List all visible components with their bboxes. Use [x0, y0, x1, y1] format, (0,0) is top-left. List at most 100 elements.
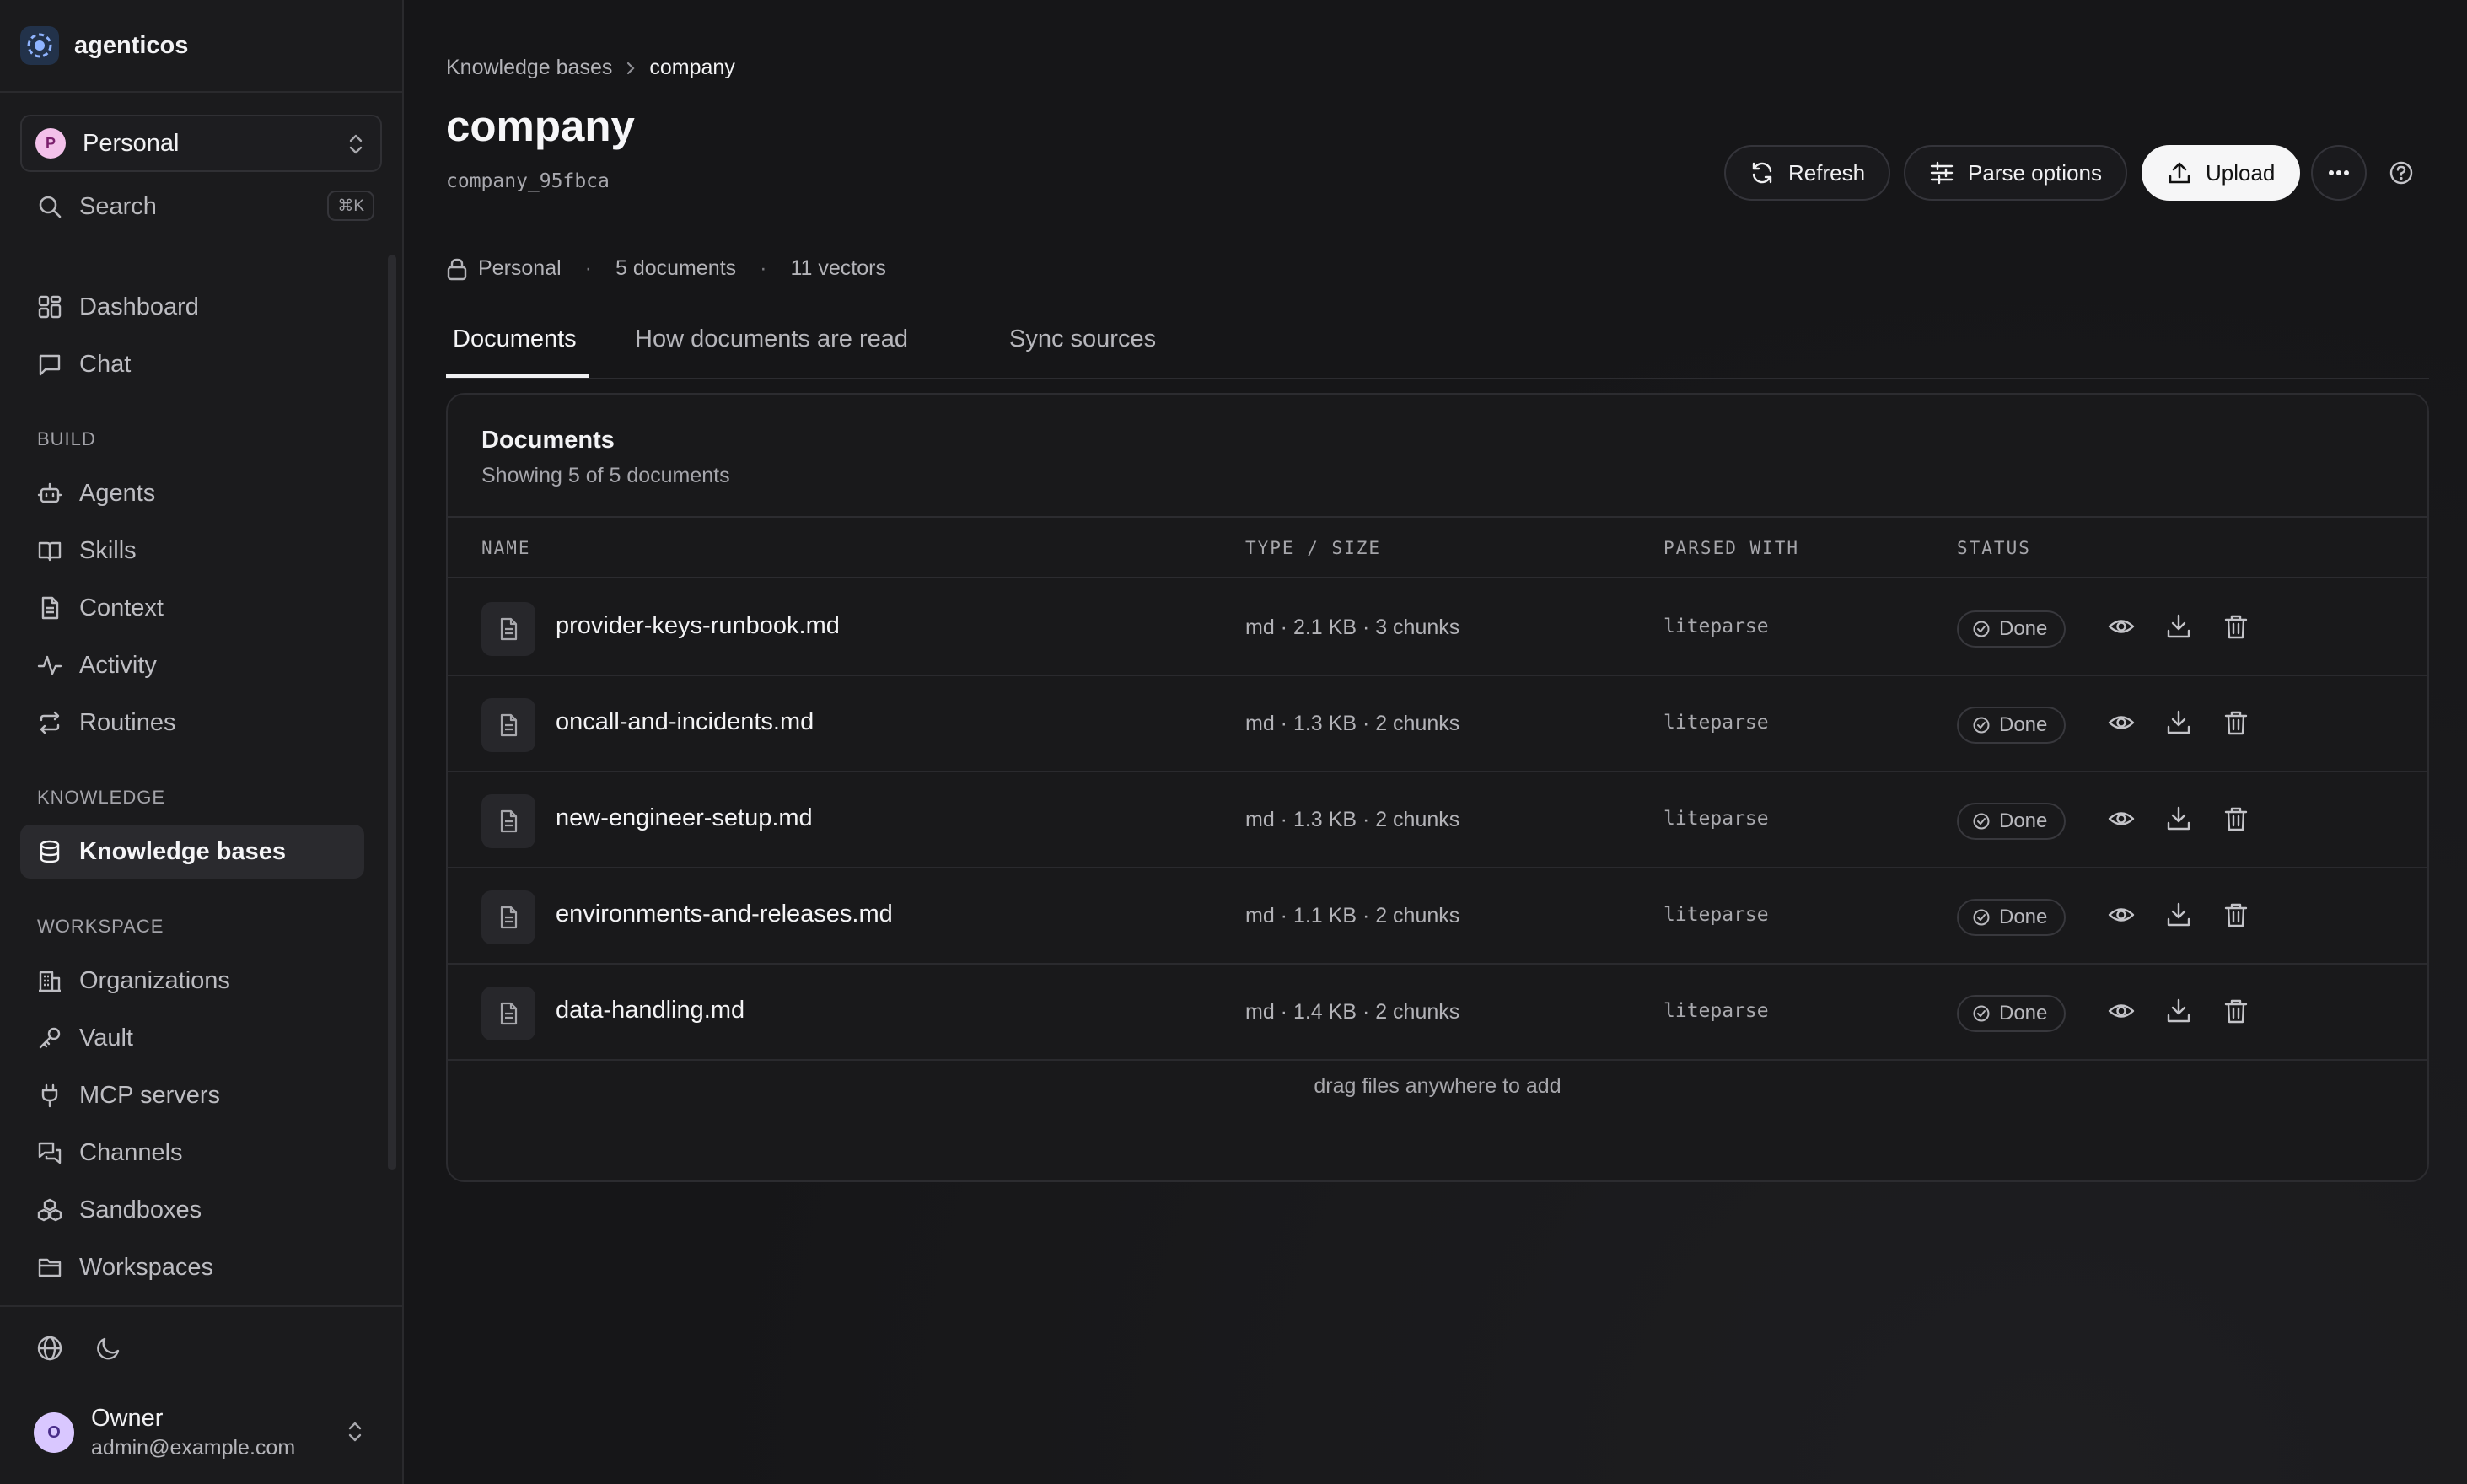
status-badge: Done [1957, 995, 2067, 1032]
download-icon[interactable] [2164, 708, 2193, 737]
check-circle-icon [1972, 812, 1991, 831]
download-icon[interactable] [2164, 612, 2193, 641]
eye-icon[interactable] [2107, 901, 2136, 929]
download-icon[interactable] [2164, 997, 2193, 1025]
messages-icon [35, 1138, 64, 1167]
brand[interactable]: agenticos [0, 0, 402, 93]
key-icon [35, 1024, 64, 1052]
sidebar-item-vault[interactable]: Vault [20, 1011, 364, 1065]
file-text-icon [35, 594, 64, 622]
table-row[interactable]: data-handling.md md · 1.4 KB · 2 chunks … [448, 965, 2427, 1061]
sidebar-item-label: Organizations [79, 966, 230, 994]
sidebar-item-workspaces[interactable]: Workspaces [20, 1240, 364, 1294]
eye-icon[interactable] [2107, 804, 2136, 833]
eye-icon[interactable] [2107, 997, 2136, 1025]
column-header-name[interactable]: NAME [481, 538, 531, 558]
document-type-size: md · 1.1 KB · 2 chunks [1245, 904, 1460, 928]
chevrons-up-down-icon[interactable] [346, 1420, 364, 1444]
document-parser: liteparse [1663, 712, 1769, 734]
tab-documents[interactable]: Documents [453, 322, 577, 379]
sidebar-scrollbar[interactable] [388, 255, 396, 1170]
sidebar-item-label: Workspaces [79, 1253, 214, 1281]
refresh-icon [1749, 160, 1775, 186]
eye-icon[interactable] [2107, 708, 2136, 737]
document-parser: liteparse [1663, 616, 1769, 637]
trash-icon[interactable] [2222, 612, 2250, 641]
breadcrumb-parent[interactable]: Knowledge bases [446, 56, 612, 80]
dashboard-icon [35, 293, 64, 321]
column-header-type-size[interactable]: TYPE / SIZE [1245, 538, 1381, 558]
sidebar-item-chat[interactable]: Chat [20, 337, 364, 391]
building-icon [35, 966, 64, 995]
upload-label: Upload [2206, 159, 2276, 186]
trash-icon[interactable] [2222, 708, 2250, 737]
status-label: Done [1999, 713, 2048, 736]
table-row[interactable]: oncall-and-incidents.md md · 1.3 KB · 2 … [448, 676, 2427, 772]
sidebar-item-context[interactable]: Context [20, 581, 364, 635]
document-name[interactable]: data-handling.md [556, 997, 744, 1024]
boxes-icon [35, 1196, 64, 1224]
sidebar-item-knowledge-bases[interactable]: Knowledge bases [20, 825, 364, 879]
document-type-size: md · 1.3 KB · 2 chunks [1245, 808, 1460, 831]
sidebar-item-skills[interactable]: Skills [20, 524, 364, 578]
kb-vector-count: 11 vectors [790, 256, 886, 280]
bot-icon [35, 479, 64, 508]
sidebar-item-label: Knowledge bases [79, 837, 286, 865]
sidebar-item-label: Activity [79, 651, 157, 679]
document-name[interactable]: new-engineer-setup.md [556, 804, 813, 832]
section-build: BUILD [37, 428, 96, 449]
help-icon[interactable] [2388, 159, 2415, 186]
download-icon[interactable] [2164, 901, 2193, 929]
repeat-icon [35, 708, 64, 737]
column-header-status[interactable]: STATUS [1957, 538, 2031, 558]
document-name[interactable]: environments-and-releases.md [556, 901, 893, 928]
upload-icon [2167, 160, 2192, 186]
tab-how-documents-are-read[interactable]: How documents are read [635, 322, 908, 379]
database-icon [35, 837, 64, 866]
globe-icon[interactable] [35, 1334, 64, 1363]
table-row[interactable]: provider-keys-runbook.md md · 2.1 KB · 3… [448, 580, 2427, 676]
sidebar-item-label: Routines [79, 708, 176, 736]
documents-subtitle: Showing 5 of 5 documents [481, 464, 730, 487]
document-type-size: md · 2.1 KB · 3 chunks [1245, 616, 1460, 639]
parse-options-button[interactable]: Parse options [1904, 145, 2127, 201]
document-name[interactable]: oncall-and-incidents.md [556, 708, 814, 736]
sidebar-item-channels[interactable]: Channels [20, 1126, 364, 1180]
sidebar-item-organizations[interactable]: Organizations [20, 954, 364, 1008]
sidebar-item-label: Sandboxes [79, 1196, 202, 1223]
status-label: Done [1999, 809, 2048, 832]
tab-sync-sources[interactable]: Sync sources [1009, 322, 1156, 379]
document-name[interactable]: provider-keys-runbook.md [556, 612, 840, 640]
download-icon[interactable] [2164, 804, 2193, 833]
more-horizontal-icon [2326, 169, 2351, 177]
documents-card: Documents Showing 5 of 5 documents NAME … [446, 393, 2429, 1182]
table-row[interactable]: new-engineer-setup.md md · 1.3 KB · 2 ch… [448, 772, 2427, 868]
drag-drop-hint: drag files anywhere to add [1314, 1074, 1561, 1098]
user-name: Owner [91, 1405, 164, 1432]
sidebar-item-routines[interactable]: Routines [20, 696, 364, 750]
eye-icon[interactable] [2107, 612, 2136, 641]
workspace-selector[interactable]: P Personal [20, 115, 382, 172]
sidebar-item-dashboard[interactable]: Dashboard [20, 280, 364, 334]
user-menu[interactable]: O Owner admin@example.com [34, 1405, 295, 1460]
upload-button[interactable]: Upload [2142, 145, 2301, 201]
sidebar-item-mcp-servers[interactable]: MCP servers [20, 1068, 364, 1122]
moon-icon[interactable] [94, 1334, 123, 1363]
refresh-button[interactable]: Refresh [1724, 145, 1891, 201]
table-row[interactable]: environments-and-releases.md md · 1.1 KB… [448, 868, 2427, 965]
sidebar-item-agents[interactable]: Agents [20, 466, 364, 520]
column-header-parsed-with[interactable]: PARSED WITH [1663, 538, 1799, 558]
sidebar: agenticos P Personal Search ⌘K Dashboard… [0, 0, 404, 1484]
search-button[interactable]: Search ⌘K [20, 187, 374, 226]
document-type-size: md · 1.3 KB · 2 chunks [1245, 712, 1460, 735]
trash-icon[interactable] [2222, 901, 2250, 929]
sidebar-item-sandboxes[interactable]: Sandboxes [20, 1183, 364, 1237]
page-slug: company_95fbca [446, 170, 610, 192]
tab-bar: Documents How documents are read Sync so… [446, 322, 2429, 379]
kb-visibility: Personal [478, 256, 562, 280]
trash-icon[interactable] [2222, 997, 2250, 1025]
plug-icon [35, 1081, 64, 1110]
more-options-button[interactable] [2311, 145, 2367, 201]
sidebar-item-activity[interactable]: Activity [20, 638, 364, 692]
trash-icon[interactable] [2222, 804, 2250, 833]
